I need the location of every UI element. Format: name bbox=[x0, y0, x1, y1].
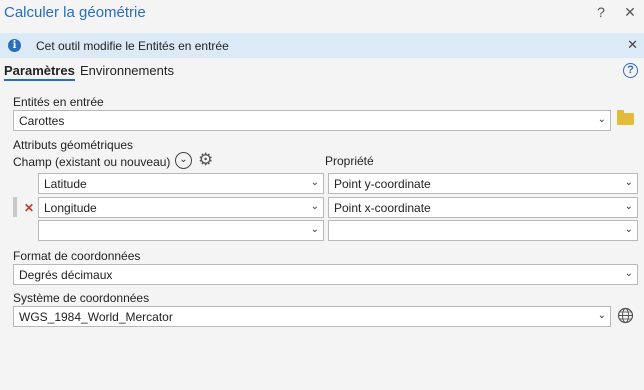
coordinate-system-label: Système de coordonnées bbox=[13, 291, 150, 305]
chevron-down-icon: ⌄ bbox=[310, 177, 319, 188]
chevron-down-icon: ⌄ bbox=[597, 114, 606, 125]
chevron-down-icon: ⌄ bbox=[624, 177, 633, 188]
help-button[interactable]: ? bbox=[593, 4, 609, 20]
property-column-header: Propriété bbox=[325, 154, 374, 168]
window-title: Calculer la géométrie bbox=[4, 4, 146, 21]
input-features-select[interactable]: Carottes ⌄ bbox=[13, 110, 611, 131]
coordinate-format-select[interactable]: Degrés décimaux ⌄ bbox=[13, 264, 638, 285]
row-drag-handle[interactable] bbox=[13, 197, 17, 217]
chevron-down-icon: ⌄ bbox=[310, 201, 319, 212]
chevron-down-circle-icon[interactable]: ⌄ bbox=[175, 152, 192, 169]
field-column-header: Champ (existant ou nouveau) bbox=[13, 155, 171, 169]
field-select-row-1[interactable]: Latitude ⌄ bbox=[38, 173, 324, 194]
title-bar: Calculer la géométrie ? ✕ bbox=[0, 0, 644, 28]
chevron-down-icon: ⌄ bbox=[624, 224, 633, 235]
field-select-row-3[interactable]: ⌄ bbox=[38, 220, 324, 241]
folder-icon[interactable] bbox=[617, 110, 634, 125]
banner-message: Cet outil modifie le Entités en entrée bbox=[36, 39, 229, 53]
chevron-down-icon: ⌄ bbox=[597, 310, 606, 321]
info-icon: i bbox=[8, 39, 21, 52]
coordinate-format-label: Format de coordonnées bbox=[13, 249, 141, 263]
geometry-attributes-label: Attributs géométriques bbox=[13, 138, 134, 152]
field-select-row-2[interactable]: Longitude ⌄ bbox=[38, 197, 324, 218]
info-banner: i Cet outil modifie le Entités en entrée… bbox=[0, 33, 644, 58]
property-select-row-2[interactable]: Point x-coordinate ⌄ bbox=[328, 197, 638, 218]
remove-row-icon[interactable]: ✕ bbox=[24, 201, 34, 215]
coordinate-system-value: WGS_1984_World_Mercator bbox=[19, 310, 173, 324]
help-icon[interactable]: ? bbox=[623, 63, 638, 78]
globe-icon[interactable] bbox=[617, 307, 634, 324]
coordinate-system-select[interactable]: WGS_1984_World_Mercator ⌄ bbox=[13, 306, 611, 327]
property-value: Point x-coordinate bbox=[334, 201, 431, 215]
chevron-down-icon: ⌄ bbox=[310, 224, 319, 235]
input-features-label: Entités en entrée bbox=[13, 95, 104, 109]
property-select-row-1[interactable]: Point y-coordinate ⌄ bbox=[328, 173, 638, 194]
gear-icon[interactable]: ⚙ bbox=[198, 150, 213, 170]
tab-parameters[interactable]: Paramètres bbox=[4, 63, 75, 81]
property-select-row-3[interactable]: ⌄ bbox=[328, 220, 638, 241]
chevron-down-icon: ⌄ bbox=[624, 268, 633, 279]
chevron-down-icon: ⌄ bbox=[624, 201, 633, 212]
coordinate-format-value: Degrés décimaux bbox=[19, 268, 113, 282]
close-button[interactable]: ✕ bbox=[622, 4, 638, 21]
field-value: Latitude bbox=[44, 177, 87, 191]
banner-close-icon[interactable]: ✕ bbox=[627, 37, 638, 53]
tab-environments[interactable]: Environnements bbox=[80, 63, 174, 78]
field-value: Longitude bbox=[44, 201, 97, 215]
property-value: Point y-coordinate bbox=[334, 177, 431, 191]
input-features-value: Carottes bbox=[19, 114, 65, 128]
